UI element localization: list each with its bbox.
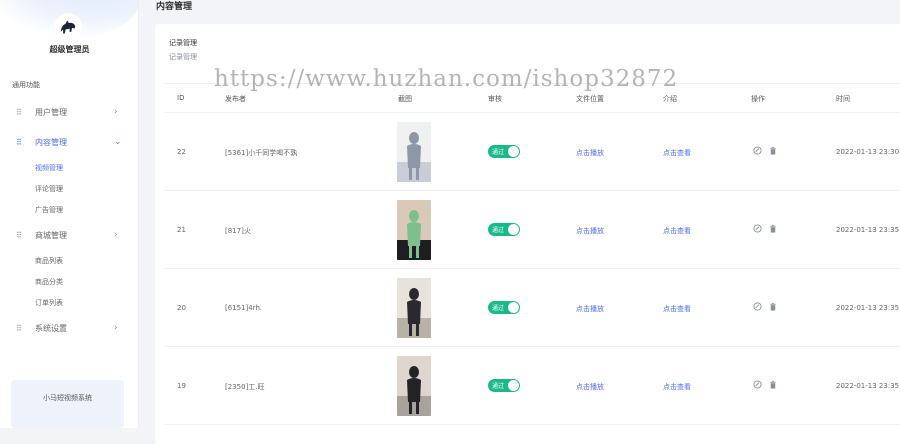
header-publisher: 发布者	[225, 95, 246, 103]
view-intro-link[interactable]: 点击查看	[663, 382, 691, 392]
trash-icon[interactable]	[769, 302, 777, 313]
view-intro-link[interactable]: 点击查看	[663, 304, 691, 314]
header-actions: 操作	[751, 95, 765, 103]
video-thumbnail[interactable]	[397, 122, 431, 182]
thumbnail-image-icon	[397, 278, 431, 338]
video-thumbnail[interactable]	[397, 278, 431, 338]
menu-user-management[interactable]: ⠿ 用户管理 ›	[0, 103, 138, 121]
view-intro-link[interactable]: 点击查看	[663, 226, 691, 236]
table-row: 20 [6151]4rh. 通过 点击播放 点击查看 2022-01-13 23:35	[165, 269, 900, 347]
table-row: 19 [2350]工.旺 通过 点击播放 点击查看 2022-01-13 23:35	[165, 347, 900, 425]
toggle-knob	[508, 302, 519, 313]
submenu-product-list[interactable]: 商品列表	[35, 256, 63, 266]
section-label: 通用功能	[12, 81, 40, 89]
edit-icon[interactable]	[753, 302, 762, 313]
thumbnail-image-icon	[397, 122, 431, 182]
cell-time: 2022-01-13 23:35	[836, 304, 900, 312]
toggle-label: 通过	[492, 305, 505, 312]
header-review: 审核	[488, 95, 502, 103]
chevron-right-icon: ›	[114, 107, 118, 117]
edit-icon[interactable]	[753, 224, 762, 235]
toggle-label: 通过	[492, 383, 505, 390]
video-thumbnail[interactable]	[397, 356, 431, 416]
play-link[interactable]: 点击播放	[576, 148, 604, 158]
grid-icon: ⠿	[16, 323, 22, 333]
toggle-knob	[508, 146, 519, 157]
trash-icon[interactable]	[769, 380, 777, 391]
submenu-order-list[interactable]: 订单列表	[35, 298, 63, 308]
cell-publisher: [2350]工.旺	[225, 383, 265, 391]
card-title: 记录管理	[169, 39, 197, 47]
toggle-label: 通过	[492, 149, 505, 156]
submenu-video-management[interactable]: 视频管理	[35, 163, 63, 173]
header-intro: 介绍	[663, 95, 677, 103]
toggle-knob	[508, 380, 519, 391]
submenu-ad-management[interactable]: 广告管理	[35, 205, 63, 215]
trash-icon[interactable]	[769, 146, 777, 157]
menu-mall-management[interactable]: ⠿ 商城管理 ›	[0, 226, 138, 244]
chevron-right-icon: ›	[114, 230, 118, 240]
grid-icon: ⠿	[16, 230, 22, 240]
admin-name: 超级管理员	[49, 45, 90, 54]
submenu-comment-management[interactable]: 评论管理	[35, 184, 63, 194]
content-card: 记录管理 记录管理 ID 发布者 截图 审核 文件位置 介绍 操作 时间 22 […	[155, 24, 900, 444]
cell-publisher: [5361]小千同学喝不孰	[225, 149, 298, 157]
thumbnail-image-icon	[397, 200, 431, 260]
play-link[interactable]: 点击播放	[576, 304, 604, 314]
cell-publisher: [817]火	[225, 227, 251, 235]
grid-icon: ⠿	[16, 107, 22, 117]
cell-id: 21	[177, 226, 186, 234]
menu-label: 用户管理	[35, 107, 67, 117]
trash-icon[interactable]	[769, 224, 777, 235]
toggle-knob	[508, 224, 519, 235]
cell-id: 19	[177, 382, 186, 390]
review-toggle[interactable]: 通过	[488, 301, 520, 314]
cell-time: 2022-01-13 23:35	[836, 226, 900, 234]
cell-time: 2022-01-13 23:30	[836, 148, 900, 156]
table-row: 22 [5361]小千同学喝不孰 通过 点击播放 点击查看 2022-01-13 23:3…	[165, 113, 900, 191]
header-screenshot: 截图	[398, 95, 412, 103]
view-intro-link[interactable]: 点击查看	[663, 148, 691, 158]
edit-icon[interactable]	[753, 380, 762, 391]
breadcrumb: 记录管理	[169, 53, 197, 61]
grid-icon: ⠿	[16, 137, 22, 147]
header-time: 时间	[836, 95, 850, 103]
menu-system-settings[interactable]: ⠿ 系统设置 ›	[0, 319, 138, 337]
cell-id: 22	[177, 148, 186, 156]
table-row: 21 [817]火 通过 点击播放 点击查看 2022-01-13 23:35	[165, 191, 900, 269]
header-id: ID	[177, 94, 185, 102]
logo	[54, 13, 82, 41]
menu-label: 系统设置	[35, 323, 67, 333]
menu-content-management[interactable]: ⠿ 内容管理 ⌄	[0, 133, 138, 151]
review-toggle[interactable]: 通过	[488, 223, 520, 236]
sidebar: 超级管理员 通用功能 ⠿ 用户管理 › ⠿ 内容管理 ⌄ 视频管理 评论管理 广…	[0, 0, 139, 428]
review-toggle[interactable]: 通过	[488, 379, 520, 392]
submenu-product-category[interactable]: 商品分类	[35, 277, 63, 287]
play-link[interactable]: 点击播放	[576, 382, 604, 392]
page-title: 内容管理	[156, 2, 193, 12]
header-file-location: 文件位置	[576, 95, 604, 103]
cell-id: 20	[177, 304, 186, 312]
chevron-right-icon: ›	[114, 323, 118, 333]
chevron-down-icon: ⌄	[114, 137, 122, 147]
cell-time: 2022-01-13 23:35	[836, 382, 900, 390]
horse-logo-icon	[55, 14, 81, 40]
system-name-card: 小马短视频系统	[11, 380, 124, 428]
menu-label: 商城管理	[35, 230, 67, 240]
toggle-label: 通过	[492, 227, 505, 234]
cell-publisher: [6151]4rh.	[225, 304, 263, 312]
review-toggle[interactable]: 通过	[488, 145, 520, 158]
table-header: ID 发布者 截图 审核 文件位置 介绍 操作 时间	[165, 83, 900, 113]
video-thumbnail[interactable]	[397, 200, 431, 260]
play-link[interactable]: 点击播放	[576, 226, 604, 236]
menu-label: 内容管理	[35, 137, 67, 147]
edit-icon[interactable]	[753, 146, 762, 157]
thumbnail-image-icon	[397, 356, 431, 416]
